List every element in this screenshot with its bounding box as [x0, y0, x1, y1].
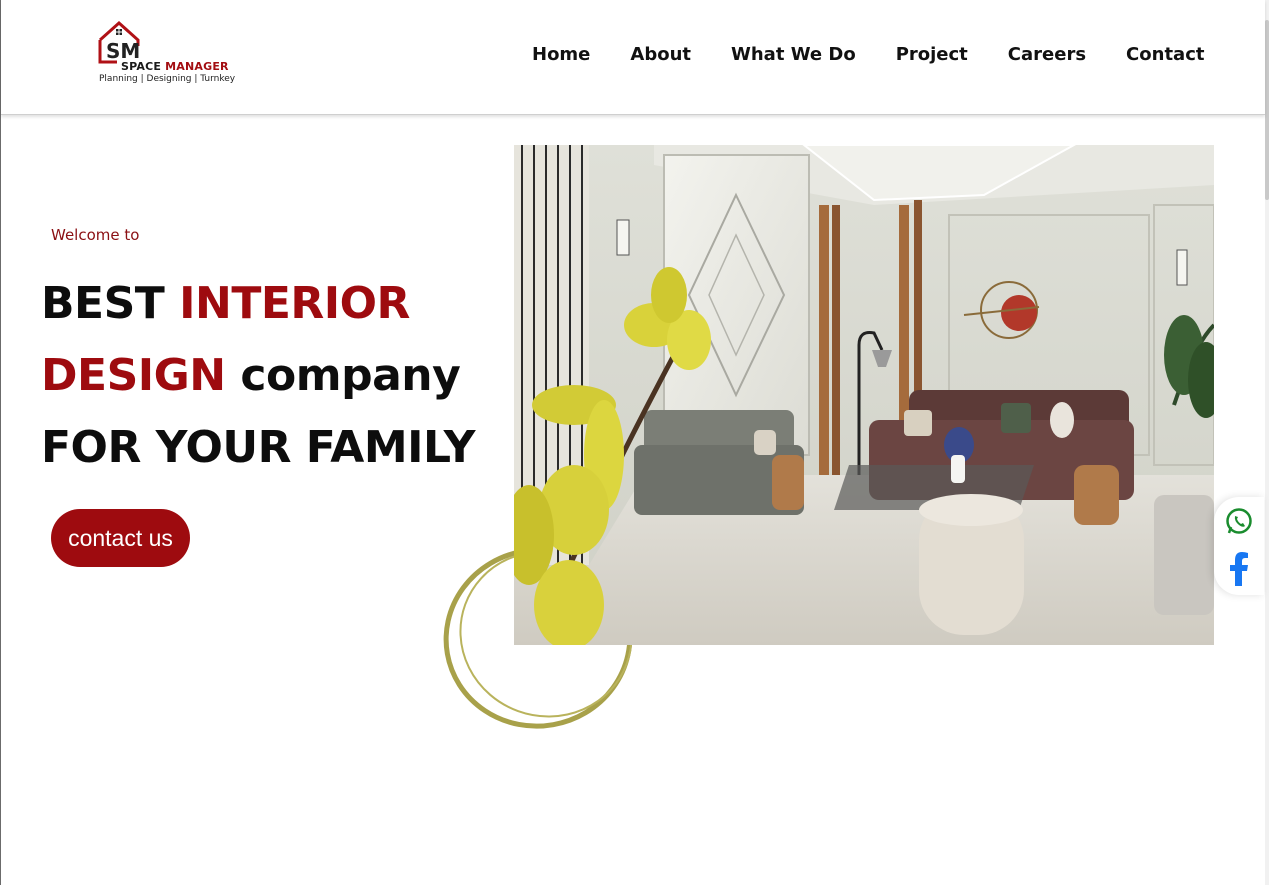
scrollbar-thumb[interactable] [1265, 20, 1269, 200]
nav-about[interactable]: About [630, 44, 691, 65]
scrollbar[interactable] [1265, 0, 1269, 885]
nav-contact[interactable]: Contact [1126, 44, 1204, 65]
main-nav: Home About What We Do Project Careers Co… [532, 44, 1204, 65]
site-header: SM SPACE MANAGER Planning | Designing | … [1, 0, 1265, 115]
headline-best: BEST [41, 278, 165, 329]
logo-wordmark: SPACE MANAGER [121, 60, 229, 73]
hero-interior-image [514, 145, 1214, 645]
logo[interactable]: SM SPACE MANAGER Planning | Designing | … [97, 20, 247, 88]
headline-interior: INTERIOR [179, 278, 410, 329]
headline-line-3: FOR YOUR FAMILY [41, 422, 476, 473]
nav-what-we-do[interactable]: What We Do [731, 44, 856, 65]
contact-us-button[interactable]: contact us [51, 509, 190, 567]
headline-design: DESIGN [41, 350, 226, 401]
social-float-bar [1214, 497, 1264, 595]
headline-company: company [240, 350, 461, 401]
headline-line-1: BEST INTERIOR [41, 268, 475, 340]
nav-home[interactable]: Home [532, 44, 590, 65]
living-room-illustration [514, 145, 1214, 645]
facebook-icon[interactable] [1228, 552, 1250, 586]
nav-project[interactable]: Project [896, 44, 968, 65]
logo-name-part1: SPACE [121, 60, 162, 73]
hero-headline: BEST INTERIOR DESIGN company FOR YOUR FA… [41, 268, 476, 484]
hero-welcome-text: Welcome to [51, 226, 140, 244]
nav-careers[interactable]: Careers [1008, 44, 1086, 65]
headline-line-2: DESIGN company [41, 340, 475, 412]
window-edge [0, 0, 1, 885]
whatsapp-icon[interactable] [1225, 507, 1253, 535]
logo-name-part2: MANAGER [165, 60, 229, 73]
logo-tagline: Planning | Designing | Turnkey [99, 74, 236, 84]
